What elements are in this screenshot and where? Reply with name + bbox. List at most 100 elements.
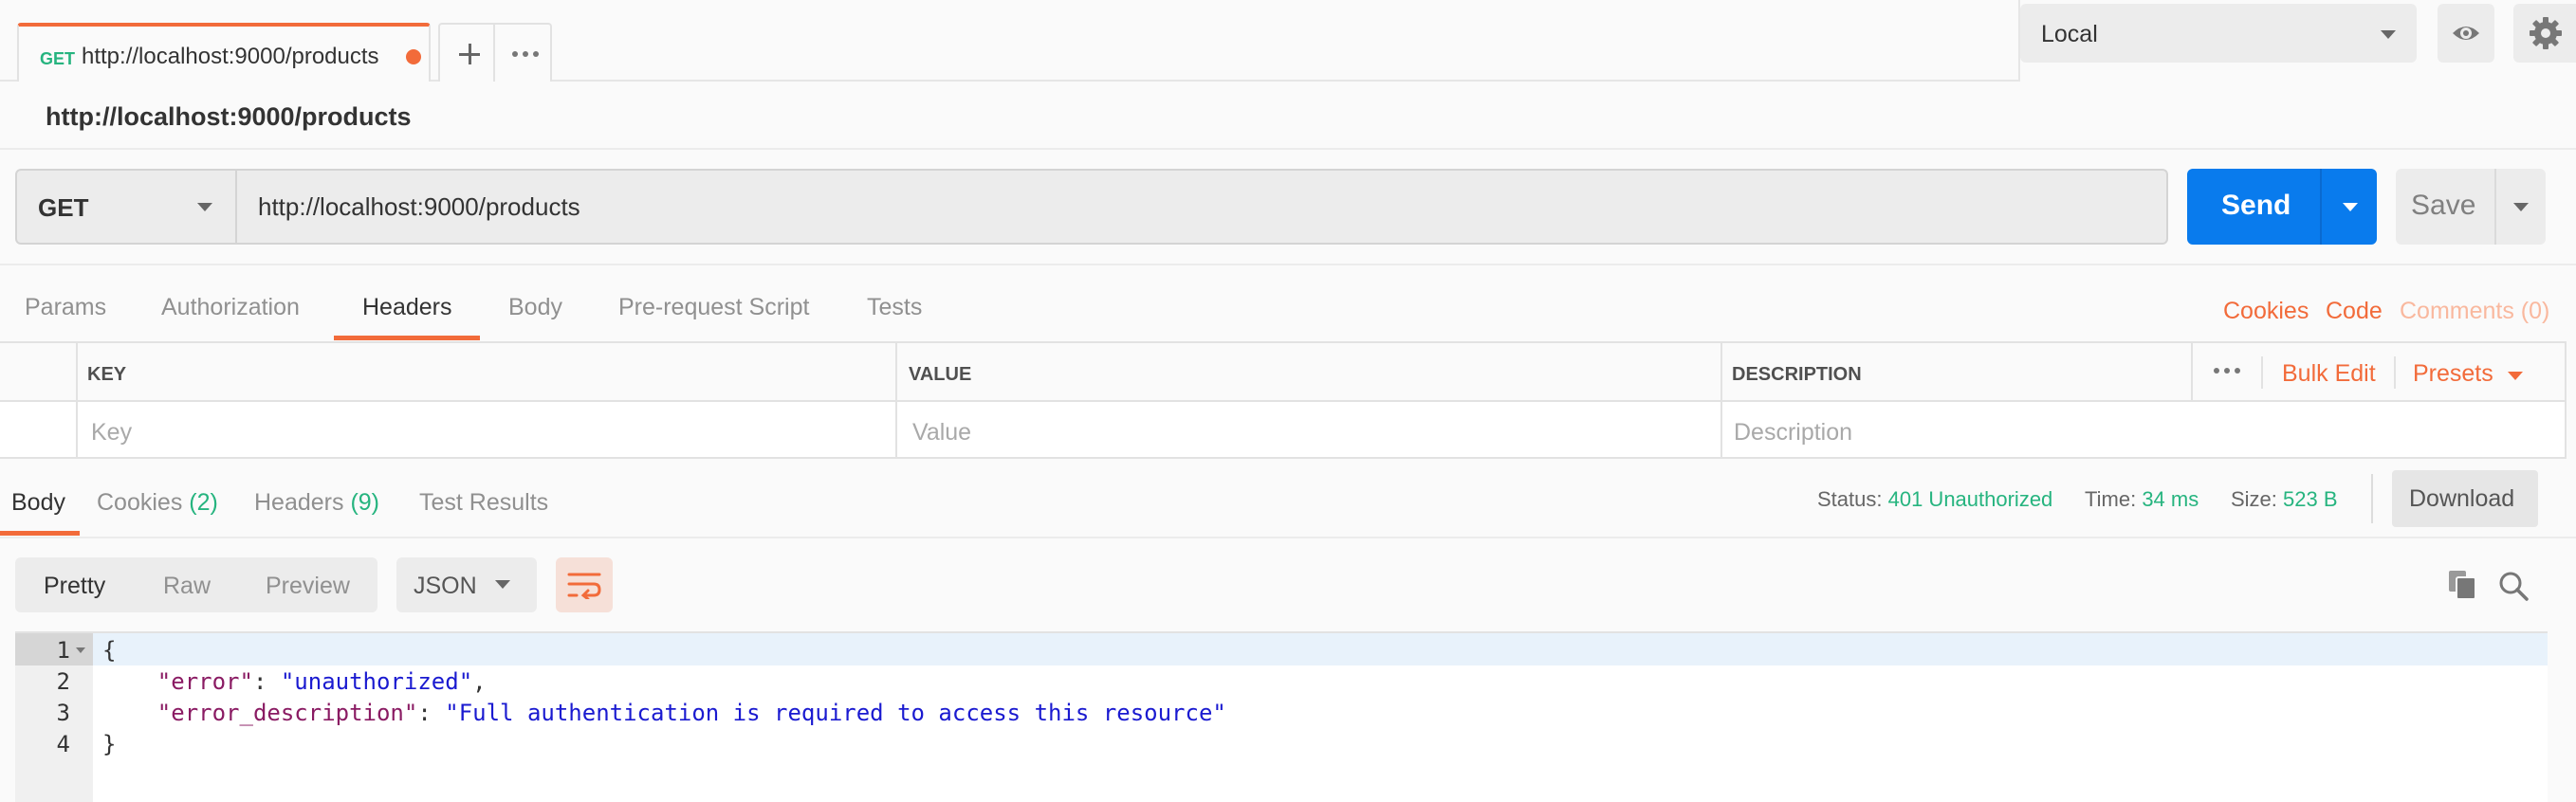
method-select-value: GET <box>38 193 89 222</box>
environment-quick-look-button[interactable] <box>2438 4 2494 63</box>
fold-chevron-down-icon[interactable] <box>76 647 85 653</box>
tab-tests[interactable]: Tests <box>867 294 922 321</box>
size-value: 523 B <box>2283 487 2338 511</box>
chevron-down-icon <box>495 580 510 589</box>
new-tab-plus-icon[interactable] <box>440 25 495 82</box>
status-label: Status: <box>1817 487 1883 511</box>
headers-table: KEY VALUE DESCRIPTION Bulk Edit Presets … <box>0 341 2567 459</box>
code-line: } <box>102 731 117 757</box>
download-button[interactable]: Download <box>2392 470 2538 527</box>
table-options-more-icon[interactable] <box>2214 368 2242 374</box>
url-input[interactable] <box>237 169 2168 245</box>
tab-body[interactable]: Body <box>508 294 562 321</box>
environment-select-value: Local <box>2041 21 2098 47</box>
json-key: "error" <box>156 668 253 695</box>
column-header-value: VALUE <box>909 364 972 385</box>
response-status: Status: 401 Unauthorized <box>1817 487 2052 512</box>
gear-icon <box>2530 17 2562 49</box>
code-line: "error_description": "Full authenticatio… <box>156 700 1226 726</box>
response-tab-test-results[interactable]: Test Results <box>419 489 548 517</box>
request-title: http://localhost:9000/products <box>46 102 412 131</box>
eye-icon <box>2453 27 2479 40</box>
search-icon[interactable] <box>2498 571 2529 601</box>
code-line: { <box>102 637 117 664</box>
tab-headers[interactable]: Headers <box>362 294 452 321</box>
cookies-link[interactable]: Cookies <box>2223 298 2309 325</box>
cookies-count: (2) <box>189 489 218 516</box>
save-options-chevron-down-icon[interactable] <box>2513 203 2529 211</box>
view-mode-group: Pretty Raw Preview <box>15 557 377 612</box>
chevron-down-icon <box>197 203 212 211</box>
divider <box>895 343 897 459</box>
response-tab-cookies-label: Cookies <box>97 489 183 516</box>
view-pretty[interactable]: Pretty <box>44 573 105 600</box>
send-button[interactable]: Send <box>2187 169 2377 245</box>
save-button[interactable]: Save <box>2396 169 2546 245</box>
divider <box>1720 343 1722 459</box>
chevron-down-icon <box>2381 30 2396 39</box>
divider <box>0 537 2576 538</box>
view-raw[interactable]: Raw <box>163 573 211 600</box>
format-select-value: JSON <box>414 573 477 599</box>
send-options-chevron-down-icon[interactable] <box>2343 203 2358 211</box>
method-select[interactable]: GET <box>15 169 237 245</box>
divider <box>2494 169 2496 245</box>
copy-icon[interactable] <box>2447 569 2477 601</box>
divider <box>2371 474 2373 523</box>
tab-authorization[interactable]: Authorization <box>161 294 300 321</box>
wrap-lines-button[interactable] <box>556 557 613 612</box>
time-label: Time: <box>2085 487 2137 511</box>
column-header-key: KEY <box>87 364 127 385</box>
value-input[interactable]: Value <box>912 419 971 447</box>
description-input[interactable]: Description <box>1734 419 1852 447</box>
tab-options-more-icon[interactable] <box>512 51 541 57</box>
save-button-label: Save <box>2411 190 2476 221</box>
response-tab-body[interactable]: Body <box>11 489 65 517</box>
size-label: Size: <box>2231 487 2277 511</box>
line-number: 3 <box>56 700 70 726</box>
download-button-label: Download <box>2409 485 2515 512</box>
divider <box>76 343 78 459</box>
line-number: 1 <box>56 637 70 664</box>
code-line: "error": "unauthorized", <box>156 668 487 695</box>
unsaved-dot-icon <box>406 49 421 64</box>
tab-tools <box>438 23 552 82</box>
divider <box>2394 356 2396 389</box>
divider <box>2261 356 2263 389</box>
response-tab-cookies[interactable]: Cookies (2) <box>97 489 218 517</box>
request-tab[interactable]: GET http://localhost:9000/products <box>17 23 431 82</box>
comments-link[interactable]: Comments (0) <box>2400 298 2549 325</box>
presets-chevron-down-icon <box>2508 372 2523 380</box>
response-tab-headers[interactable]: Headers (9) <box>254 489 379 517</box>
view-preview[interactable]: Preview <box>266 573 350 600</box>
response-body-editor[interactable]: 1 2 3 4 { "error": "unauthorized", "erro… <box>15 631 2548 802</box>
format-select[interactable]: JSON <box>396 557 537 612</box>
divider <box>0 264 2576 265</box>
presets-dropdown[interactable]: Presets <box>2413 360 2493 388</box>
wrap-lines-icon <box>567 573 601 599</box>
json-string: "unauthorized" <box>280 668 473 695</box>
environment-select[interactable]: Local <box>2020 4 2417 63</box>
headers-count: (9) <box>350 489 380 516</box>
response-time: Time: 34 ms <box>2085 487 2199 512</box>
settings-button[interactable] <box>2513 4 2576 63</box>
send-button-label: Send <box>2221 190 2291 221</box>
tab-pre-request-script[interactable]: Pre-request Script <box>618 294 809 321</box>
table-header-row <box>0 343 2565 402</box>
divider <box>2191 343 2193 402</box>
request-tab-url: http://localhost:9000/products <box>82 44 379 69</box>
bulk-edit-link[interactable]: Bulk Edit <box>2282 360 2376 388</box>
response-tab-headers-label: Headers <box>254 489 344 516</box>
column-header-description: DESCRIPTION <box>1732 364 1862 385</box>
active-tab-indicator <box>0 531 80 536</box>
code-link[interactable]: Code <box>2326 298 2383 325</box>
tab-params[interactable]: Params <box>25 294 106 321</box>
request-tab-method: GET <box>40 49 76 68</box>
active-tab-indicator <box>334 336 480 340</box>
status-value: 401 Unauthorized <box>1887 487 2053 511</box>
line-number: 4 <box>56 731 70 757</box>
active-line-highlight <box>93 633 2548 665</box>
line-number: 2 <box>56 668 70 695</box>
divider <box>2320 169 2322 245</box>
key-input[interactable]: Key <box>91 419 132 447</box>
